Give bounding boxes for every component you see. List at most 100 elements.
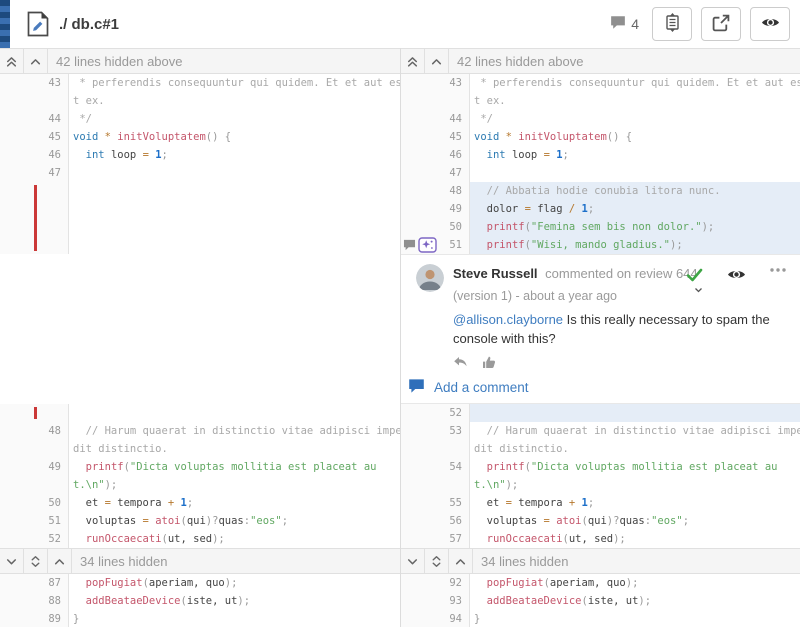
line-number[interactable]: 48: [449, 182, 462, 200]
line-number[interactable]: 51: [449, 236, 462, 254]
line-number[interactable]: 44: [449, 110, 462, 128]
expand-both-button[interactable]: [24, 549, 48, 573]
line-number[interactable]: 46: [48, 146, 61, 164]
resolved-comment-badge[interactable]: [418, 237, 437, 253]
code-line: 56 voluptas = atoi(qui)?quas:"eos";: [401, 512, 800, 530]
line-number[interactable]: 50: [48, 494, 61, 512]
expand-all-above-button[interactable]: [401, 49, 425, 73]
line-number[interactable]: 47: [48, 164, 61, 182]
line-number[interactable]: 88: [48, 592, 61, 610]
line-number[interactable]: 94: [449, 610, 462, 627]
line-number[interactable]: 56: [449, 512, 462, 530]
line-gutter: 54: [401, 458, 470, 476]
line-gutter: [0, 476, 69, 494]
add-comment-bubble-icon: [408, 378, 425, 397]
code-line: 50 printf("Femina sem bis non dolor.");: [401, 218, 800, 236]
code-text: * perferendis consequuntur qui quidem. E…: [470, 74, 800, 92]
line-gutter: 57: [401, 530, 470, 548]
line-number[interactable]: 52: [48, 530, 61, 548]
code-text: t ex.: [69, 92, 400, 110]
line-gutter: 51: [401, 236, 470, 254]
line-number[interactable]: 54: [449, 458, 462, 476]
line-gutter: 48: [401, 182, 470, 200]
open-in-new-icon: [712, 14, 730, 35]
expand-both-button[interactable]: [425, 549, 449, 573]
comment-count[interactable]: 4: [610, 15, 639, 33]
expand-above-button[interactable]: [24, 49, 48, 73]
open-in-new-button[interactable]: [701, 7, 741, 41]
line-gutter: 88: [0, 592, 69, 610]
code-line: 52 runOccaecati(ut, sed);: [0, 530, 400, 548]
code-text: }: [69, 610, 400, 627]
change-filler: [0, 182, 400, 254]
code-text: addBeataeDevice(iste, ut);: [69, 592, 400, 610]
change-marker: [34, 407, 37, 419]
line-comment-icon[interactable]: [403, 239, 416, 251]
line-number[interactable]: 55: [449, 494, 462, 512]
line-gutter: 93: [401, 592, 470, 610]
readers-eye-icon[interactable]: [727, 268, 746, 281]
line-number[interactable]: 46: [449, 146, 462, 164]
line-gutter: 43: [0, 74, 69, 92]
more-options-button[interactable]: [770, 268, 786, 272]
line-gutter: 47: [0, 164, 69, 182]
collapse-below-button[interactable]: [401, 549, 425, 573]
mention-link[interactable]: @allison.clayborne: [453, 312, 563, 327]
collapse-below-button[interactable]: [0, 549, 24, 573]
line-gutter: 89: [0, 610, 69, 627]
line-gutter: 56: [401, 512, 470, 530]
line-number[interactable]: 50: [449, 218, 462, 236]
code-line: 48 // Harum quaerat in distinctio vitae …: [0, 422, 400, 440]
expand-all-above-button[interactable]: [0, 49, 24, 73]
line-number[interactable]: 92: [449, 574, 462, 592]
code-text: printf("Dicta voluptas mollitia est plac…: [69, 458, 400, 476]
line-gutter: 52: [401, 404, 470, 422]
line-number[interactable]: 93: [449, 592, 462, 610]
comment-author[interactable]: Steve Russell: [453, 266, 538, 281]
thumbs-up-button[interactable]: [482, 356, 496, 369]
hidden-lines-label: 42 lines hidden above: [457, 54, 584, 69]
code-line: dit distinctio.: [0, 440, 400, 458]
code-line: t ex.: [401, 92, 800, 110]
line-number[interactable]: 49: [449, 200, 462, 218]
diff-panes: 42 lines hidden above 43 * perferendis co…: [0, 48, 800, 627]
line-gutter: 87: [0, 574, 69, 592]
line-number[interactable]: 45: [48, 128, 61, 146]
code-line: 49 dolor = flag / 1;: [401, 200, 800, 218]
code-line: 92 popFugiat(aperiam, quo);: [401, 574, 800, 592]
line-number[interactable]: 43: [48, 74, 61, 92]
code-text: dit distinctio.: [69, 440, 400, 458]
line-number[interactable]: 52: [449, 404, 462, 422]
code-text: [69, 164, 400, 182]
add-comment-link[interactable]: Add a comment: [434, 380, 529, 395]
comment-toolbar: [686, 268, 786, 296]
line-number[interactable]: 44: [48, 110, 61, 128]
reply-button[interactable]: [453, 356, 468, 369]
line-number[interactable]: 47: [449, 164, 462, 182]
line-number[interactable]: 48: [48, 422, 61, 440]
line-number[interactable]: 45: [449, 128, 462, 146]
expand-up-button[interactable]: [449, 549, 473, 573]
code-line: 53 // Harum quaerat in distinctio vitae …: [401, 422, 800, 440]
code-line: 43 * perferendis consequuntur qui quidem…: [401, 74, 800, 92]
resolve-check-button[interactable]: [686, 268, 703, 296]
line-number[interactable]: 87: [48, 574, 61, 592]
code-text: printf("Wisi, mando gladius.");: [470, 236, 800, 254]
comment-action: commented on review 644: [545, 266, 697, 281]
line-number[interactable]: 49: [48, 458, 61, 476]
expand-above-button[interactable]: [425, 49, 449, 73]
expand-collapse-lines-button[interactable]: [652, 7, 692, 41]
line-number[interactable]: 51: [48, 512, 61, 530]
code-text: // Abbatia hodie conubia litora nunc.: [470, 182, 800, 200]
code-text: addBeataeDevice(iste, ut);: [470, 592, 800, 610]
hidden-lines-label: 42 lines hidden above: [56, 54, 183, 69]
line-number[interactable]: 43: [449, 74, 462, 92]
line-number[interactable]: 57: [449, 530, 462, 548]
code-text: dolor = flag / 1;: [470, 200, 800, 218]
watch-button[interactable]: [750, 7, 790, 41]
expand-up-button[interactable]: [48, 549, 72, 573]
line-number[interactable]: 89: [48, 610, 61, 627]
code-line: 48 // Abbatia hodie conubia litora nunc.: [401, 182, 800, 200]
line-number[interactable]: 53: [449, 422, 462, 440]
line-gutter: 52: [0, 530, 69, 548]
